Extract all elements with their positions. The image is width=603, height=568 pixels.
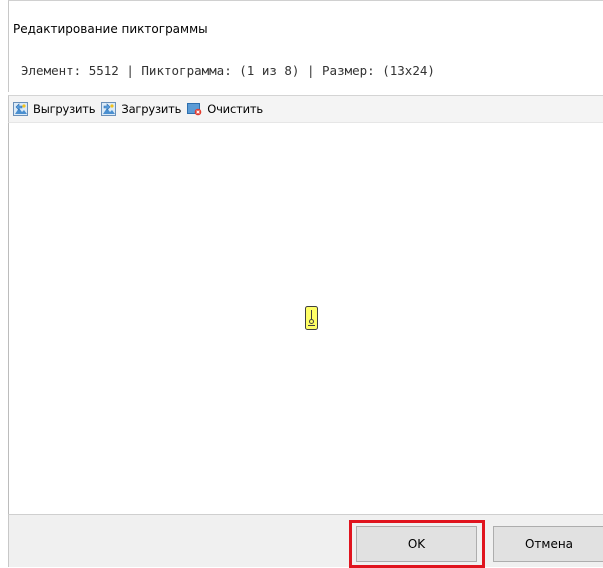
toolbar: Выгрузить Загрузить Очистить [8,95,603,123]
clear-button[interactable]: Очистить [186,99,266,119]
pictogram-canvas[interactable] [8,123,603,514]
pictogram-image [305,306,318,330]
import-button[interactable]: Загрузить [100,99,184,119]
clear-button-label: Очистить [207,102,263,116]
cancel-button[interactable]: Отмена [493,526,603,562]
import-image-icon [101,102,117,116]
dialog-footer: OK Отмена [8,514,603,568]
element-info-text: Элемент: 5512 | Пиктограмма: (1 из 8) | … [21,63,435,78]
dialog-title: Редактирование пиктограммы [13,22,208,36]
pictogram-edit-dialog: Редактирование пиктограммы Элемент: 5512… [0,0,603,568]
ok-button[interactable]: OK [356,526,477,562]
export-image-icon [13,102,28,116]
dialog-title-bar: Редактирование пиктограммы [8,0,603,44]
info-bar: Элемент: 5512 | Пиктограмма: (1 из 8) | … [8,44,603,92]
export-button[interactable]: Выгрузить [12,99,98,119]
import-button-label: Загрузить [121,102,182,116]
export-button-label: Выгрузить [33,102,96,116]
clear-image-icon [187,103,202,116]
